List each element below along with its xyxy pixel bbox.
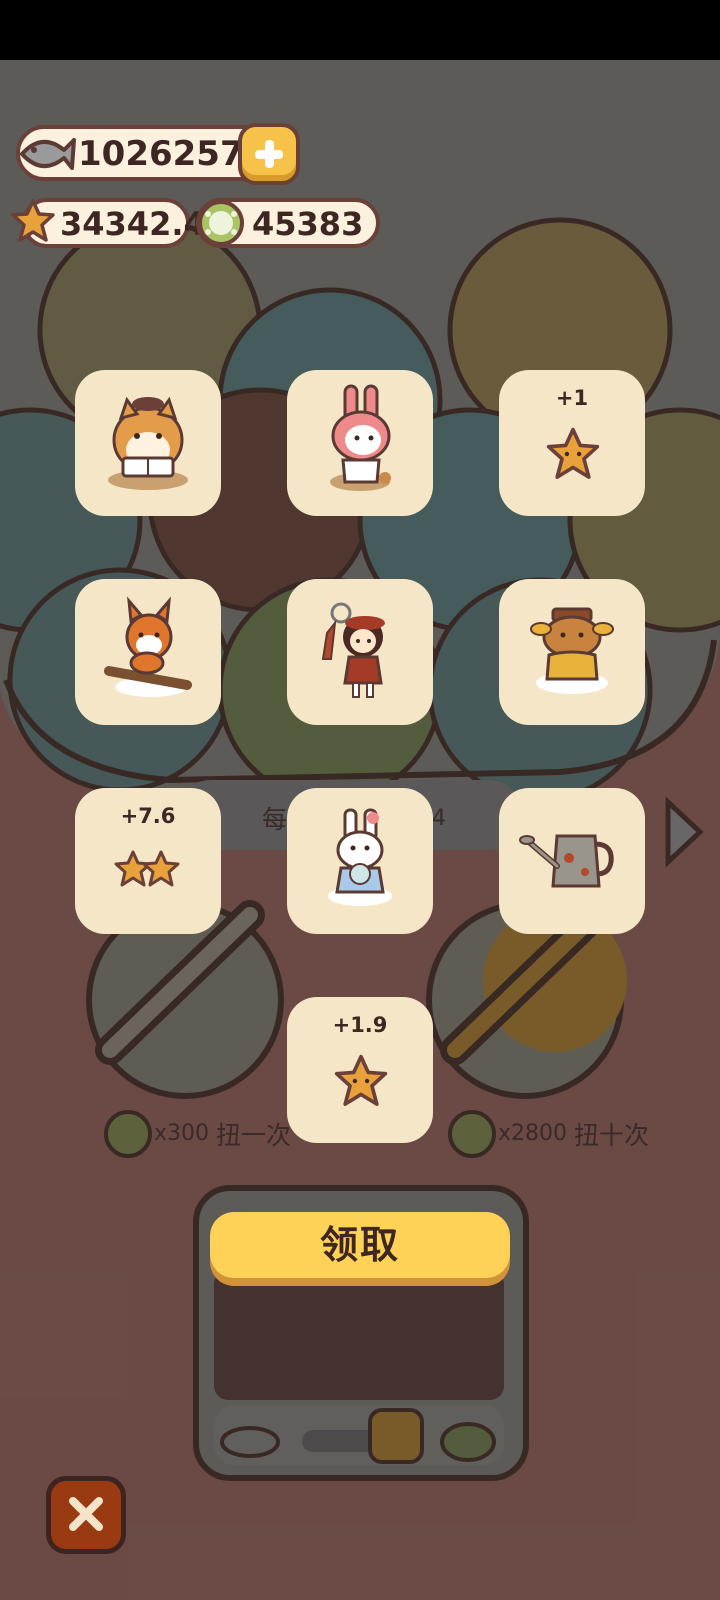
- pink-bunny-hood-icon: [330, 384, 391, 491]
- reward-card-pink-bunny: [287, 370, 433, 516]
- reward-amount: +1: [555, 386, 589, 410]
- reward-amount: +7.6: [120, 804, 176, 828]
- reward-card-bunny-crystal: [287, 788, 433, 934]
- close-button[interactable]: [46, 1476, 126, 1554]
- bunny-with-crystal-ball-icon: [328, 808, 392, 906]
- single-spin-label[interactable]: 扭一次: [216, 1116, 291, 1152]
- reward-amount: +1.9: [332, 1013, 388, 1037]
- close-icon: [69, 1497, 103, 1531]
- star-icon: [11, 199, 55, 242]
- star-icon: [334, 1054, 388, 1106]
- add-fish-button[interactable]: [238, 123, 300, 185]
- ten-spin-label[interactable]: 扭十次: [574, 1116, 649, 1152]
- single-spin-cost: x300: [154, 1121, 210, 1146]
- capsule-coin-icon: [198, 200, 244, 246]
- star-icon: [546, 427, 600, 479]
- coin-amount: 45383: [252, 205, 364, 243]
- watering-can-icon: [519, 834, 614, 888]
- claim-button[interactable]: 领取: [210, 1212, 510, 1278]
- reward-card-star-1-9: +1.9: [287, 997, 433, 1143]
- reward-card-shiba: [75, 370, 221, 516]
- reward-card-star-7-6: +7.6: [75, 788, 221, 934]
- squirrel-on-branch-icon: [104, 596, 192, 697]
- reward-card-squirrel: [75, 579, 221, 725]
- ten-spin-cost: x2800: [498, 1121, 568, 1146]
- girl-with-keychain-icon: [321, 602, 385, 698]
- reward-card-watering-can: [499, 788, 645, 934]
- fish-icon: [20, 138, 76, 170]
- hidden-label-left: 每: [262, 805, 288, 834]
- double-star-icon: [114, 850, 180, 887]
- reward-card-girl: [287, 579, 433, 725]
- hidden-label-right: 4: [432, 806, 446, 831]
- shiba-dog-reading-icon: [108, 396, 188, 490]
- star-amount: 34342.4: [60, 205, 206, 243]
- status-bar: [0, 0, 720, 60]
- reward-card-bear: [499, 579, 645, 725]
- bear-god-of-wealth-icon: [530, 607, 614, 694]
- reward-card-star-1: +1: [499, 370, 645, 516]
